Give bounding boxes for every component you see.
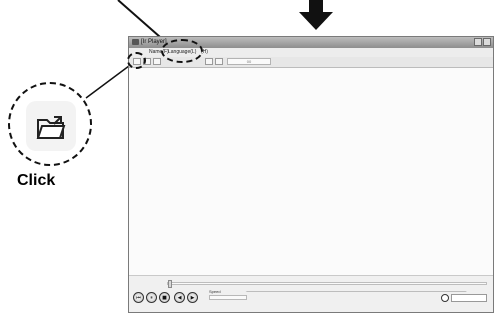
window-controls (474, 38, 491, 46)
play-button[interactable]: ▶ (187, 292, 198, 303)
zoom-callout (8, 82, 92, 166)
stop-icon: ■ (162, 294, 167, 301)
seek-bar[interactable] (167, 280, 487, 288)
down-arrow-icon (299, 0, 333, 30)
seek-handle[interactable] (168, 280, 172, 288)
open-folder-icon (36, 116, 66, 139)
toolbar-field[interactable]: 00 (227, 58, 271, 65)
open-button-highlight (127, 52, 146, 69)
pause-icon: ⏸ (150, 294, 153, 301)
app-window: [Ir Player] Name(F) Language(L) (H) 00 ⏮… (128, 36, 494, 313)
close-button[interactable] (483, 38, 491, 46)
previous-button[interactable]: ⏮ (133, 292, 144, 303)
click-label: Click (17, 172, 56, 189)
toolbar-button-3[interactable] (153, 58, 161, 65)
back-icon: ◀ (177, 294, 182, 301)
language-menu-highlight (161, 39, 203, 63)
playback-panel: ⏮ ⏸ ■ ◀ ▶ Speed (129, 275, 493, 312)
pause-button[interactable]: ⏸ (146, 292, 157, 303)
zoom-callout-inner (26, 101, 76, 151)
app-icon (132, 39, 139, 45)
speed-label: Speed (209, 289, 221, 294)
timer-field[interactable] (451, 294, 487, 302)
minimize-button[interactable] (474, 38, 482, 46)
panel-divider (228, 291, 467, 304)
back-button[interactable]: ◀ (174, 292, 185, 303)
content-area[interactable] (129, 68, 493, 276)
toolbar-button-4[interactable] (205, 58, 213, 65)
clock-icon (441, 294, 449, 302)
toolbar-button-5[interactable] (215, 58, 223, 65)
play-icon: ▶ (190, 294, 195, 301)
stop-button[interactable]: ■ (159, 292, 170, 303)
previous-icon: ⏮ (136, 294, 141, 301)
